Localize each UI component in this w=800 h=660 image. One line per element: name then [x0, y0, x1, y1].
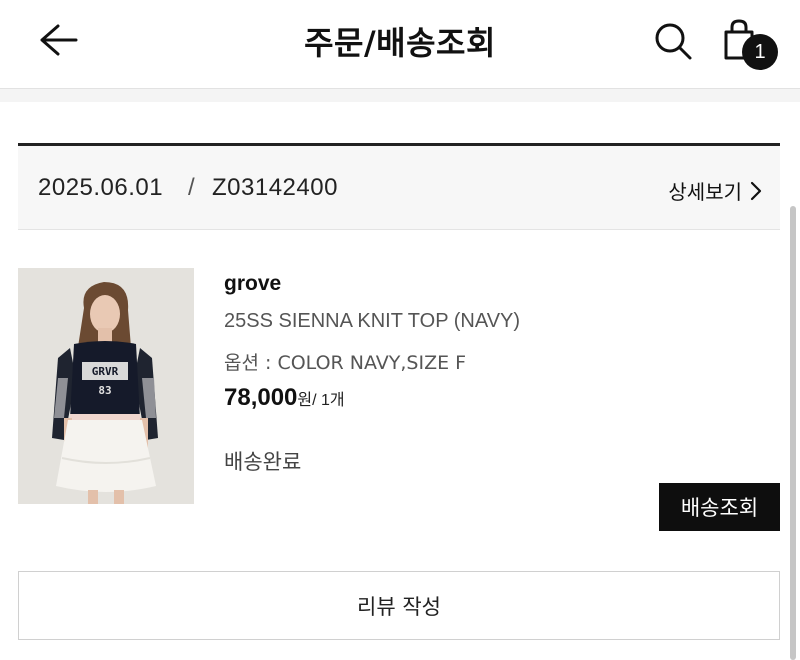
svg-text:83: 83 [98, 384, 111, 397]
header-divider [0, 88, 800, 102]
write-review-button[interactable]: 리뷰 작성 [18, 571, 780, 640]
price-value: 78,000 [224, 384, 298, 411]
chevron-right-icon [750, 181, 762, 200]
order-header: 2025.06.01 / Z03142400 상세보기 [18, 146, 780, 230]
order-separator: / [188, 174, 195, 201]
order-number: Z03142400 [212, 174, 338, 201]
cart-button[interactable]: 1 [718, 16, 778, 72]
product-photo: GRVR 83 [18, 268, 194, 504]
track-delivery-button[interactable]: 배송조회 [659, 483, 780, 531]
cart-count-badge: 1 [742, 34, 778, 70]
product-image[interactable]: GRVR 83 [18, 268, 194, 504]
svg-text:GRVR: GRVR [92, 365, 119, 378]
order-detail-link[interactable]: 상세보기 [668, 176, 762, 205]
price-unit: 원/ 1개 [297, 392, 345, 409]
product-brand[interactable]: grove [224, 272, 281, 296]
scrollbar[interactable] [790, 206, 796, 660]
search-button[interactable] [650, 18, 696, 64]
order-date: 2025.06.01 [38, 174, 164, 201]
product-price: 78,000원/ 1개 [224, 384, 345, 412]
app-header: 주문/배송조회 1 [0, 0, 800, 88]
delivery-status: 배송완료 [224, 450, 302, 474]
product-name[interactable]: 25SS SIENNA KNIT TOP (NAVY) [224, 310, 520, 333]
detail-link-label: 상세보기 [668, 180, 742, 204]
product-option: 옵션 : COLOR NAVY,SIZE F [224, 352, 467, 374]
search-icon [655, 23, 692, 60]
